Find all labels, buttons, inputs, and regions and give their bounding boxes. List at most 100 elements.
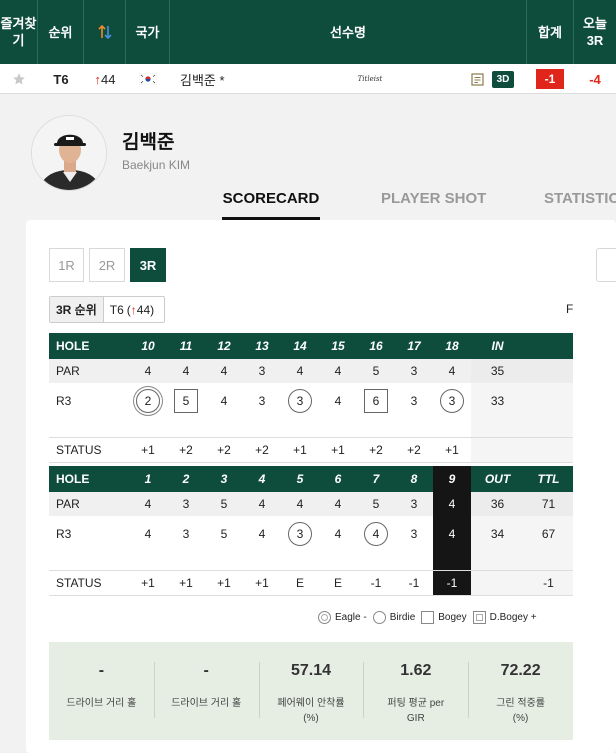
par-value: 3 bbox=[167, 492, 205, 516]
player-name[interactable]: 김백준 * bbox=[180, 64, 225, 94]
par-row: PAR 4 4 4 3 4 4 5 3 4 35 bbox=[49, 359, 573, 383]
status-value: +2 bbox=[205, 436, 243, 463]
stat-label: 드라이브 거리 홀 bbox=[66, 698, 137, 709]
status-value: +1 bbox=[319, 436, 357, 463]
hole-score: 4 bbox=[364, 522, 388, 546]
total-score-value: -1 bbox=[536, 69, 564, 89]
hole-score: 4 bbox=[258, 527, 266, 541]
in-label: IN bbox=[471, 333, 524, 359]
tab-player-shot[interactable]: PLAYER SHOT bbox=[381, 190, 486, 220]
score-legend: Eagle - Birdie Bogey D.Bogey + bbox=[318, 608, 537, 626]
status-value: -1 bbox=[357, 569, 395, 596]
status-value: +1 bbox=[243, 569, 281, 596]
3d-button[interactable]: 3D bbox=[490, 64, 516, 94]
eagle-icon bbox=[318, 610, 331, 624]
par-value: 4 bbox=[243, 492, 281, 516]
round-score-row: R3 4 3 5 4 3 4 4 3 4 34 67 bbox=[49, 516, 573, 552]
player-avatar bbox=[31, 115, 107, 191]
out-label: OUT bbox=[471, 466, 524, 492]
round-rank-value: T6 bbox=[109, 302, 124, 317]
hole-number: 12 bbox=[205, 333, 243, 359]
rank-move: ↑ 44 bbox=[84, 64, 126, 94]
scorecard-icon[interactable] bbox=[468, 64, 486, 94]
header-total: 합계 bbox=[527, 0, 574, 64]
hole-score: 6 bbox=[364, 389, 388, 413]
par-label: PAR bbox=[49, 492, 129, 516]
round-score-row: R3 2 5 4 3 3 4 6 3 3 33 bbox=[49, 383, 573, 419]
par-ttl: 71 bbox=[524, 492, 573, 516]
hole-number: 3 bbox=[205, 466, 243, 492]
player-row[interactable]: T6 ↑ 44 김백준 * Titleist 3D -1 -4 bbox=[0, 64, 616, 94]
sort-updown-icon[interactable] bbox=[84, 0, 126, 64]
header-rank: 순위 bbox=[38, 0, 84, 64]
stat-item: 1.62 퍼팅 평균 per GIR bbox=[363, 642, 468, 740]
status-value: +1 bbox=[167, 569, 205, 596]
par-value: 5 bbox=[357, 359, 395, 383]
hole-score: 3 bbox=[182, 527, 190, 541]
stat-value: - bbox=[203, 662, 209, 679]
tab-statistics[interactable]: STATISTICS bbox=[544, 190, 616, 220]
scorecard-in-table: HOLE 10 11 12 13 14 15 16 17 18 IN PAR 4… bbox=[49, 333, 573, 463]
scorecard-out-table: HOLE 1 2 3 4 5 6 7 8 9 OUT TTL PAR 4 3 5… bbox=[49, 466, 573, 596]
hole-score: 4 bbox=[448, 527, 456, 541]
round-total: 33 bbox=[471, 383, 524, 419]
round-rank-label: 3R 순위 bbox=[50, 297, 104, 322]
round-rank: 3R 순위 T6 (↑44) bbox=[49, 296, 165, 323]
hole-number: 7 bbox=[357, 466, 395, 492]
stat-item: - 드라이브 거리 홀 bbox=[49, 642, 154, 740]
total-score: -1 bbox=[535, 64, 565, 94]
par-value: 5 bbox=[357, 492, 395, 516]
bogey-icon bbox=[421, 610, 435, 624]
stat-label: 그린 적중률 (%) bbox=[496, 698, 545, 724]
stat-label: 페어웨이 안착률 (%) bbox=[277, 698, 345, 724]
header-favorite: 즐겨찾기 bbox=[0, 0, 38, 64]
round-button-1r[interactable]: 1R bbox=[49, 248, 84, 282]
hole-number: 14 bbox=[281, 333, 319, 359]
hole-number: 18 bbox=[433, 333, 471, 359]
round-label: R3 bbox=[56, 527, 72, 541]
status-value: E bbox=[281, 569, 319, 596]
status-row: STATUS +1 +1 +1 +1 E E -1 -1 -1 -1 bbox=[49, 569, 573, 596]
hole-number-current: 9 bbox=[433, 466, 471, 492]
stat-label: 퍼팅 평균 per GIR bbox=[387, 698, 445, 724]
par-value: 4 bbox=[129, 359, 167, 383]
status-value: E bbox=[319, 569, 357, 596]
rank-move-value: 44 bbox=[101, 71, 116, 87]
status-value: -1 bbox=[433, 569, 471, 596]
hole-score: 3 bbox=[288, 522, 312, 546]
status-value: -1 bbox=[395, 569, 433, 596]
hole-score: 4 bbox=[220, 394, 228, 408]
player-name-ko: 김백준 bbox=[122, 132, 175, 153]
header-country: 국가 bbox=[126, 0, 170, 64]
status-value: +1 bbox=[129, 569, 167, 596]
par-label: PAR bbox=[49, 359, 129, 383]
status-label: STATUS bbox=[49, 436, 129, 463]
par-value: 4 bbox=[319, 359, 357, 383]
today-score: -4 bbox=[589, 71, 601, 87]
hole-number: 8 bbox=[395, 466, 433, 492]
hole-label: HOLE bbox=[49, 333, 129, 359]
hole-score: 4 bbox=[334, 527, 342, 541]
hole-number: 16 bbox=[357, 333, 395, 359]
player-stats: - 드라이브 거리 홀 - 드라이브 거리 홀 57.14 페어웨이 안착률 (%) … bbox=[49, 642, 573, 740]
stat-value: - bbox=[98, 662, 105, 679]
par-value: 4 bbox=[167, 359, 205, 383]
round-button-3r[interactable]: 3R bbox=[130, 248, 166, 282]
tab-scorecard[interactable]: SCORECARD bbox=[222, 190, 320, 220]
hole-number: 17 bbox=[395, 333, 433, 359]
hole-number: 4 bbox=[243, 466, 281, 492]
status-label: STATUS bbox=[49, 569, 129, 596]
favorite-star-icon[interactable] bbox=[0, 64, 38, 94]
status-value: +1 bbox=[129, 436, 167, 463]
stat-value: 1.62 bbox=[400, 662, 432, 679]
hole-row: HOLE 1 2 3 4 5 6 7 8 9 OUT TTL bbox=[49, 466, 573, 492]
status-value: +1 bbox=[205, 569, 243, 596]
hole-score: 5 bbox=[220, 527, 228, 541]
status-value: +1 bbox=[281, 436, 319, 463]
player-rank: T6 bbox=[53, 71, 69, 87]
round-button-2r[interactable]: 2R bbox=[89, 248, 125, 282]
par-value: 4 bbox=[281, 492, 319, 516]
round-select[interactable] bbox=[596, 248, 616, 282]
legend-double-bogey: D.Bogey + bbox=[472, 610, 537, 624]
korea-flag-icon bbox=[126, 64, 170, 94]
